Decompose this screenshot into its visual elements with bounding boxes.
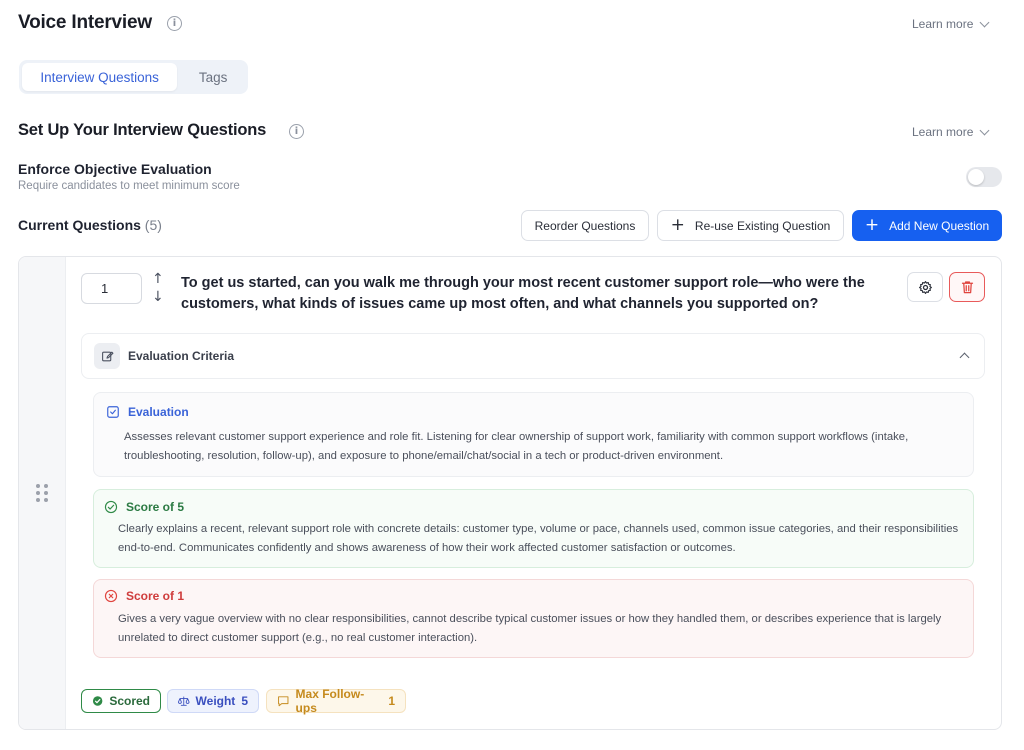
chevron-down-icon <box>979 17 990 27</box>
reuse-question-button[interactable]: + Re-use Existing Question <box>657 210 844 241</box>
plus-icon: + <box>864 215 880 235</box>
trash-icon <box>961 281 973 294</box>
score-1-text: Gives a very vague overview with no clea… <box>118 613 942 644</box>
evaluation-criteria-header[interactable]: Evaluation Criteria <box>81 333 985 379</box>
reuse-label: Re-use Existing Question <box>694 218 831 233</box>
tab-interview-questions[interactable]: Interview Questions <box>22 63 178 91</box>
x-circle-icon <box>104 589 118 603</box>
delete-button[interactable] <box>949 272 985 302</box>
add-label: Add New Question <box>889 218 990 233</box>
scale-icon <box>178 696 190 706</box>
add-new-question-button[interactable]: + Add New Question <box>852 210 1002 241</box>
evaluation-criteria-title: Evaluation Criteria <box>128 349 235 363</box>
section-title: Set Up Your Interview Questions <box>18 121 267 139</box>
score-5-title: Score of 5 <box>104 500 184 514</box>
weight-badge[interactable]: Weight 5 <box>167 689 259 713</box>
evaluation-text: Assesses relevant customer support exper… <box>124 431 909 462</box>
current-questions-label: Current Questions (5) <box>18 217 162 233</box>
evaluation-title-text: Evaluation <box>128 405 189 419</box>
enforce-subtitle: Require candidates to meet minimum score <box>18 180 240 192</box>
learn-more-label: Learn more <box>912 17 974 31</box>
edit-note-icon <box>94 343 120 369</box>
drag-column <box>19 257 66 729</box>
reorder-questions-button[interactable]: Reorder Questions <box>521 210 649 241</box>
scored-label: Scored <box>109 694 150 708</box>
tab-bar: Interview Questions Tags <box>19 60 248 94</box>
evaluation-title: Evaluation <box>106 405 189 419</box>
followups-label: Max Follow-ups <box>295 687 365 715</box>
move-up-icon[interactable]: ↑ <box>152 272 164 286</box>
question-text: To get us started, can you walk me throu… <box>181 275 865 312</box>
followups-value: 1 <box>388 694 395 708</box>
check-circle-icon <box>104 500 118 514</box>
checklist-icon <box>107 406 119 418</box>
info-icon[interactable]: i <box>167 16 182 31</box>
enforce-title: Enforce Objective Evaluation <box>18 161 212 177</box>
settings-button[interactable] <box>907 272 943 302</box>
score-1-box: Score of 1 Gives a very vague overview w… <box>93 579 974 658</box>
learn-more-link[interactable]: Learn more <box>912 17 990 31</box>
info-icon[interactable]: i <box>289 124 304 139</box>
chevron-up-icon <box>959 352 970 363</box>
score-1-title: Score of 1 <box>104 589 184 603</box>
learn-more-label: Learn more <box>912 125 974 139</box>
chat-icon <box>278 696 289 707</box>
gear-icon <box>918 280 932 294</box>
question-number-input[interactable] <box>81 273 142 304</box>
reorder-label: Reorder Questions <box>534 218 636 233</box>
current-questions-text: Current Questions <box>18 217 141 233</box>
check-circle-filled-icon <box>92 696 103 706</box>
toggle-knob <box>968 169 984 185</box>
score-1-title-text: Score of 1 <box>126 589 185 603</box>
weight-value: 5 <box>241 694 248 708</box>
drag-handle-icon[interactable] <box>36 484 48 502</box>
max-followups-badge[interactable]: Max Follow-ups 1 <box>266 687 406 715</box>
score-5-title-text: Score of 5 <box>126 500 185 514</box>
page-title: Voice Interview <box>18 12 152 33</box>
score-5-box: Score of 5 Clearly explains a recent, re… <box>93 489 974 568</box>
learn-more-link[interactable]: Learn more <box>912 125 990 139</box>
score-5-text: Clearly explains a recent, relevant supp… <box>118 523 959 554</box>
scored-badge[interactable]: Scored <box>81 689 161 713</box>
move-down-icon[interactable]: ↓ <box>152 290 164 304</box>
evaluation-box: Evaluation Assesses relevant customer su… <box>93 392 974 477</box>
tab-tags[interactable]: Tags <box>181 63 245 91</box>
chevron-down-icon <box>979 125 990 135</box>
question-count: (5) <box>144 217 162 233</box>
enforce-toggle[interactable] <box>966 167 1002 187</box>
plus-icon: + <box>670 215 685 235</box>
weight-label: Weight <box>195 694 236 708</box>
